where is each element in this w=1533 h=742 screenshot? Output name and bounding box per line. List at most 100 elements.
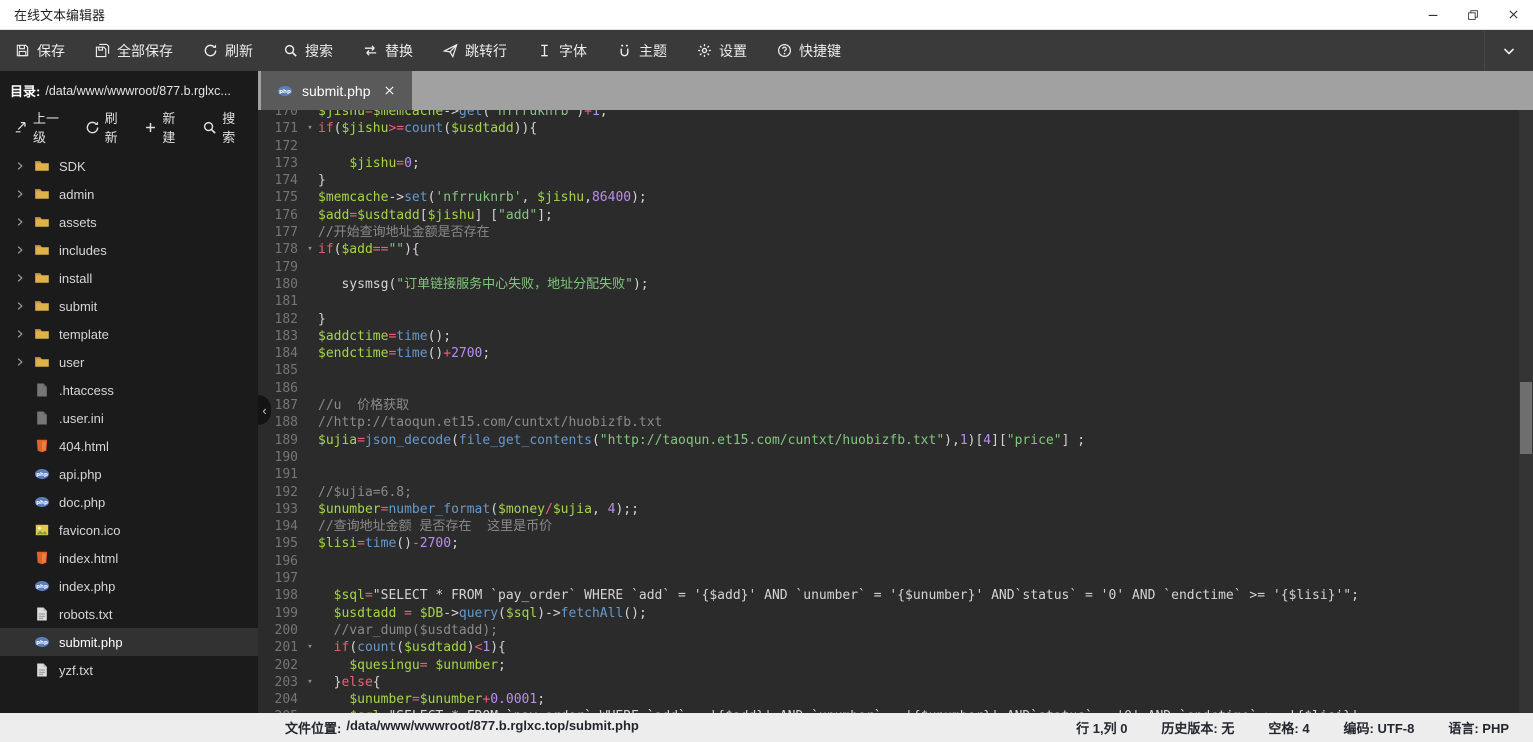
tree-item-api.php[interactable]: phpapi.php: [0, 460, 258, 488]
tree-item-user[interactable]: user: [0, 348, 258, 376]
statusbar-item-2[interactable]: 空格: 4: [1268, 718, 1309, 737]
code-line[interactable]: 171▾if($jishu>=count($usdtadd)){: [258, 120, 1519, 137]
fold-spacer: [302, 708, 318, 713]
code-line[interactable]: 199 $usdtadd = $DB->query($sql)->fetchAl…: [258, 605, 1519, 622]
tree-item-submit[interactable]: submit: [0, 292, 258, 320]
code-line[interactable]: 184$endctime=time()+2700;: [258, 345, 1519, 362]
tree-item-favicon.ico[interactable]: favicon.ico: [0, 516, 258, 544]
chevron-right-icon[interactable]: [14, 300, 34, 312]
chevron-right-icon[interactable]: [14, 328, 34, 340]
toolbar-button-save-all[interactable]: 全部保存: [80, 30, 188, 71]
tree-item-includes[interactable]: includes: [0, 236, 258, 264]
sidebar-action-new[interactable]: 新建: [144, 108, 184, 146]
title-bar: 在线文本编辑器: [0, 0, 1533, 30]
code-line[interactable]: 194//查询地址金额 是否存在 这里是币价: [258, 518, 1519, 535]
code-line[interactable]: 187//u 价格获取: [258, 397, 1519, 414]
code-line[interactable]: 176$add=$usdtadd[$jishu] ["add"];: [258, 207, 1519, 224]
toolbar-more-button[interactable]: [1484, 30, 1533, 71]
chevron-right-icon[interactable]: [14, 188, 34, 200]
code-line[interactable]: 192//$ujia=6.8;: [258, 484, 1519, 501]
code-line[interactable]: 202 $quesingu= $unumber;: [258, 657, 1519, 674]
folder-name: includes: [59, 243, 107, 258]
code-line[interactable]: 182}: [258, 311, 1519, 328]
code-line[interactable]: 191: [258, 466, 1519, 483]
code-line[interactable]: 183$addctime=time();: [258, 328, 1519, 345]
minimize-button[interactable]: [1413, 0, 1453, 30]
code-line[interactable]: 175$memcache->set('nfrruknrb', $jishu,86…: [258, 189, 1519, 206]
code-line[interactable]: 193$unumber=number_format($money/$ujia, …: [258, 501, 1519, 518]
fold-toggle-icon[interactable]: ▾: [302, 241, 318, 258]
code-line[interactable]: 205 $sql="SELECT * FROM `pay_order` WHER…: [258, 708, 1519, 713]
tab-close-icon[interactable]: [383, 84, 396, 97]
code-line[interactable]: 170$jishu=$memcache->get('nfrruknrb')+1;: [258, 110, 1519, 120]
tree-item-robots.txt[interactable]: robots.txt: [0, 600, 258, 628]
chevron-right-icon[interactable]: [14, 216, 34, 228]
restore-button[interactable]: [1453, 0, 1493, 30]
statusbar-item-3[interactable]: 编码: UTF-8: [1344, 718, 1415, 737]
fold-toggle-icon[interactable]: ▾: [302, 674, 318, 691]
code-line[interactable]: 174}: [258, 172, 1519, 189]
fold-toggle-icon[interactable]: ▾: [302, 639, 318, 656]
minimize-icon: [1426, 8, 1440, 22]
toolbar-button-settings[interactable]: 设置: [682, 30, 762, 71]
tree-item-assets[interactable]: assets: [0, 208, 258, 236]
toolbar-button-replace[interactable]: 替换: [348, 30, 428, 71]
toolbar-button-goto-line[interactable]: 跳转行: [428, 30, 522, 71]
code-line[interactable]: 177//开始查询地址金额是否存在: [258, 224, 1519, 241]
tree-item-template[interactable]: template: [0, 320, 258, 348]
code-line[interactable]: 186: [258, 380, 1519, 397]
code-line[interactable]: 195$lisi=time()-2700;: [258, 535, 1519, 552]
chevron-right-icon[interactable]: [14, 356, 34, 368]
code-line[interactable]: 201▾ if(count($usdtadd)<1){: [258, 639, 1519, 656]
sidebar-action-up-level[interactable]: 上一级: [14, 108, 67, 146]
code-line[interactable]: 180 sysmsg("订单链接服务中心失败，地址分配失败");: [258, 276, 1519, 293]
editor-vertical-scrollbar[interactable]: [1519, 110, 1533, 713]
code-line[interactable]: 179: [258, 259, 1519, 276]
toolbar-button-refresh[interactable]: 刷新: [188, 30, 268, 71]
code-line[interactable]: 190: [258, 449, 1519, 466]
code-line[interactable]: 200 //var_dump($usdtadd);: [258, 622, 1519, 639]
code-editor[interactable]: 170$jishu=$memcache->get('nfrruknrb')+1;…: [258, 110, 1533, 713]
code-line[interactable]: 197: [258, 570, 1519, 587]
code-line[interactable]: 181: [258, 293, 1519, 310]
tree-item-yzf.txt[interactable]: yzf.txt: [0, 656, 258, 684]
statusbar-item-4[interactable]: 语言: PHP: [1448, 718, 1509, 737]
tree-item-submit.php[interactable]: phpsubmit.php: [0, 628, 258, 656]
toolbar-button-search[interactable]: 搜索: [268, 30, 348, 71]
tree-item-SDK[interactable]: SDK: [0, 152, 258, 180]
tree-item-index.php[interactable]: phpindex.php: [0, 572, 258, 600]
toolbar-button-font[interactable]: 字体: [522, 30, 602, 71]
fold-toggle-icon[interactable]: ▾: [302, 120, 318, 137]
line-number: 174: [258, 172, 302, 189]
tree-item-404.html[interactable]: 404.html: [0, 432, 258, 460]
tree-item-admin[interactable]: admin: [0, 180, 258, 208]
sidebar-action-refresh[interactable]: 刷新: [85, 108, 127, 146]
tab-submit-php[interactable]: php submit.php: [261, 71, 412, 110]
tree-item-index.html[interactable]: index.html: [0, 544, 258, 572]
code-line[interactable]: 198 $sql="SELECT * FROM `pay_order` WHER…: [258, 587, 1519, 604]
code-line[interactable]: 204 $unumber=$unumber+0.0001;: [258, 691, 1519, 708]
tree-item-doc.php[interactable]: phpdoc.php: [0, 488, 258, 516]
chevron-right-icon[interactable]: [14, 244, 34, 256]
code-line[interactable]: 185: [258, 362, 1519, 379]
code-line[interactable]: 178▾if($add==""){: [258, 241, 1519, 258]
sidebar-action-search[interactable]: 搜索: [202, 108, 244, 146]
code-line[interactable]: 189$ujia=json_decode(file_get_contents("…: [258, 432, 1519, 449]
statusbar-item-1[interactable]: 历史版本: 无: [1161, 718, 1234, 737]
toolbar-button-shortcuts[interactable]: 快捷键: [762, 30, 856, 71]
tree-item-.htaccess[interactable]: .htaccess: [0, 376, 258, 404]
toolbar-button-save[interactable]: 保存: [0, 30, 80, 71]
toolbar-button-label: 主题: [639, 41, 667, 61]
code-line[interactable]: 196: [258, 553, 1519, 570]
code-line[interactable]: 188//http://taoqun.et15.com/cuntxt/huobi…: [258, 414, 1519, 431]
chevron-right-icon[interactable]: [14, 272, 34, 284]
tree-item-.user.ini[interactable]: .user.ini: [0, 404, 258, 432]
tree-item-install[interactable]: install: [0, 264, 258, 292]
toolbar-button-theme[interactable]: 主题: [602, 30, 682, 71]
code-line[interactable]: 203▾ }else{: [258, 674, 1519, 691]
code-line[interactable]: 173 $jishu=0;: [258, 155, 1519, 172]
close-button[interactable]: [1493, 0, 1533, 30]
scrollbar-thumb[interactable]: [1520, 382, 1532, 454]
code-line[interactable]: 172: [258, 138, 1519, 155]
chevron-right-icon[interactable]: [14, 160, 34, 172]
